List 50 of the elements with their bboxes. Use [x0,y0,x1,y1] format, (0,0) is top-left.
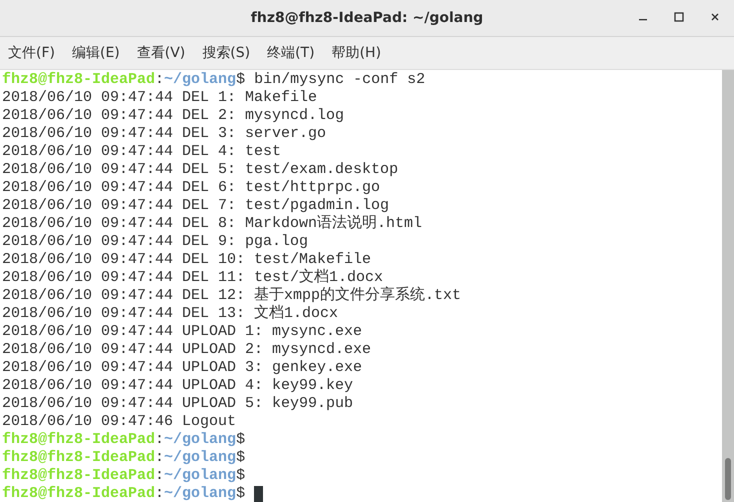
prompt-colon: : [155,467,164,485]
prompt-user-host: fhz8@fhz8-IdeaPad [2,485,156,502]
menu-item[interactable]: 帮助(H) [332,44,382,62]
output-line: 2018/06/10 09:47:44 DEL 7: test/pgadmin.log [2,197,390,214]
output-line: 2018/06/10 09:47:44 DEL 10: test/Makefile [2,251,372,268]
prompt-user-host: fhz8@fhz8-IdeaPad [2,71,156,89]
output-line: 2018/06/10 09:47:44 DEL 13: 文档1.docx [2,305,338,323]
prompt-colon: : [155,449,164,467]
output-line: 2018/06/10 09:47:44 DEL 6: test/httprpc.go [2,179,380,197]
output-line: 2018/06/10 09:47:44 DEL 1: Makefile [2,89,318,107]
menu-item[interactable]: 搜索(S) [202,44,250,62]
output-line: 2018/06/10 09:47:44 DEL 12: 基于xmpp的文件分享系统.txt [2,287,462,304]
prompt-sign: $ [236,467,246,485]
output-line: 2018/06/10 09:47:44 DEL 5: test/exam.desktop [2,161,398,179]
output-line: 2018/06/10 09:47:44 UPLOAD 1: mysync.exe [2,323,362,341]
prompt-sign: $ [236,71,246,89]
output-line: 2018/06/10 09:47:44 DEL 4: test [2,143,282,161]
prompt-user-host: fhz8@fhz8-IdeaPad [2,467,156,485]
prompt-colon: : [155,485,164,502]
close-icon[interactable] [710,12,720,22]
menu-item[interactable]: 编辑(E) [72,44,120,62]
output-line: 2018/06/10 09:47:44 UPLOAD 3: genkey.exe [2,359,362,377]
prompt-user-host: fhz8@fhz8-IdeaPad [2,449,156,467]
output-line: 2018/06/10 09:47:44 DEL 8: Markdown语法说明.html [2,215,422,233]
prompt-path: ~/golang [164,431,236,449]
prompt-sign: $ [236,485,246,502]
window-title: fhz8@fhz8-IdeaPad: ~/golang [250,10,484,26]
prompt-colon: : [155,431,164,449]
output-line: 2018/06/10 09:47:44 DEL 2: mysyncd.log [2,107,344,125]
output-line: 2018/06/10 09:47:44 DEL 11: test/文档1.docx [2,269,384,286]
prompt-path: ~/golang [164,467,236,485]
output-line: 2018/06/10 09:47:44 UPLOAD 5: key99.pub [2,395,354,413]
output-line: 2018/06/10 09:47:44 UPLOAD 2: mysyncd.exe [2,341,372,359]
prompt-path: ~/golang [164,449,236,467]
prompt-sign: $ [236,449,246,467]
output-line: 2018/06/10 09:47:44 DEL 3: server.go [2,125,326,143]
output-line: 2018/06/10 09:47:46 Logout [2,413,236,431]
command-text: bin/mysync -conf s2 [254,71,426,89]
prompt-colon: : [155,71,164,89]
prompt-user-host: fhz8@fhz8-IdeaPad [2,431,156,449]
scrollbar-thumb[interactable] [725,458,731,500]
maximize-icon[interactable] [674,12,684,22]
prompt-path: ~/golang [164,71,236,89]
prompt-sign: $ [236,431,246,449]
prompt-path: ~/golang [164,485,236,502]
output-line: 2018/06/10 09:47:44 DEL 9: pga.log [2,233,308,251]
menu-item[interactable]: 终端(T) [267,44,315,62]
output-line: 2018/06/10 09:47:44 UPLOAD 4: key99.key [2,377,354,395]
menu-item[interactable]: 文件(F) [8,44,55,62]
menu-item[interactable]: 查看(V) [136,44,186,62]
